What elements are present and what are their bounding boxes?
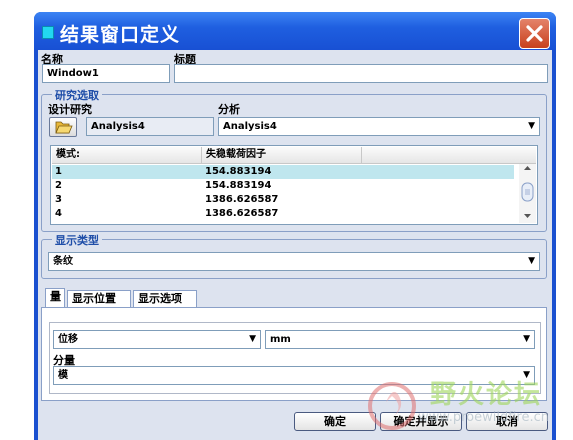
modes-table-header: 模式: 失稳载荷因子 [52, 147, 536, 164]
mode-cell: 2 [55, 180, 62, 191]
table-row[interactable]: 4 1386.626587 [52, 207, 514, 221]
unit-select[interactable]: mm ▼ [265, 330, 535, 349]
factor-cell: 154.883194 [205, 180, 272, 191]
tab-display-options[interactable]: 显示选项 [133, 290, 197, 307]
quantity-tab-panel: 位移 ▼ mm ▼ 分量 模 ▼ [41, 307, 547, 401]
col-mode-header[interactable]: 模式: [52, 147, 202, 163]
chevron-down-icon: ▼ [528, 121, 535, 131]
caption-field[interactable] [174, 64, 548, 83]
window-title: 结果窗口定义 [60, 24, 181, 46]
tab-display-location[interactable]: 显示位置 [67, 290, 131, 307]
close-icon [526, 25, 543, 42]
component-select[interactable]: 模 ▼ [53, 366, 535, 385]
mode-cell: 3 [55, 194, 62, 205]
tab-quantity[interactable]: 量 [45, 288, 65, 307]
chevron-down-icon: ▼ [528, 256, 535, 266]
display-type-select[interactable]: 条纹 ▼ [48, 252, 540, 271]
design-study-field: Analysis4 [86, 117, 214, 136]
factor-cell: 154.883194 [205, 166, 272, 177]
cancel-button[interactable]: 取消 [466, 412, 548, 431]
scrollbar-arrows-icon [521, 166, 534, 218]
modes-table-scrollbar[interactable] [519, 164, 536, 223]
analysis-label: 分析 [218, 103, 240, 116]
table-row[interactable]: 3 1386.626587 [52, 193, 514, 207]
open-design-study-button[interactable] [49, 117, 77, 137]
display-type-group: 显示类型 条纹 ▼ [41, 232, 547, 279]
title-bar[interactable]: 结果窗口定义 [34, 12, 556, 50]
quantity-type-select[interactable]: 位移 ▼ [53, 330, 261, 349]
table-row[interactable]: 2 154.883194 [52, 179, 514, 193]
display-type-value: 条纹 [53, 256, 73, 267]
window-app-icon [42, 26, 54, 39]
design-study-label: 设计研究 [48, 103, 92, 116]
folder-open-icon [55, 121, 73, 134]
factor-cell: 1386.626587 [205, 208, 279, 219]
display-type-title: 显示类型 [52, 232, 102, 248]
result-window-dialog: 结果窗口定义 名称 标题 Window1 研究选取 设计研究 分析 Analys… [34, 12, 556, 440]
ok-and-show-button[interactable]: 确定并显示 [380, 412, 462, 431]
factor-cell: 1386.626587 [205, 194, 279, 205]
analysis-select[interactable]: Analysis4 ▼ [218, 117, 540, 136]
table-row[interactable]: 1 154.883194 [52, 165, 514, 179]
unit-value: mm [270, 334, 291, 345]
ok-button[interactable]: 确定 [294, 412, 376, 431]
chevron-down-icon: ▼ [249, 334, 256, 344]
quantity-type-value: 位移 [58, 334, 78, 345]
modes-table[interactable]: 模式: 失稳载荷因子 1 154.883194 2 154.883194 3 1… [50, 145, 538, 225]
dialog-body: 名称 标题 Window1 研究选取 设计研究 分析 Analysis4 Ana… [38, 50, 552, 440]
mode-cell: 1 [55, 166, 62, 177]
name-field[interactable]: Window1 [42, 64, 170, 83]
chevron-down-icon: ▼ [523, 334, 530, 344]
analysis-select-value: Analysis4 [223, 121, 277, 132]
study-selection-group: 研究选取 设计研究 分析 Analysis4 Analysis4 ▼ 模式: 失… [41, 87, 547, 232]
component-value: 模 [58, 370, 68, 381]
chevron-down-icon: ▼ [523, 370, 530, 380]
close-button[interactable] [519, 18, 550, 49]
mode-cell: 4 [55, 208, 62, 219]
col-factor-header[interactable]: 失稳载荷因子 [202, 147, 362, 163]
